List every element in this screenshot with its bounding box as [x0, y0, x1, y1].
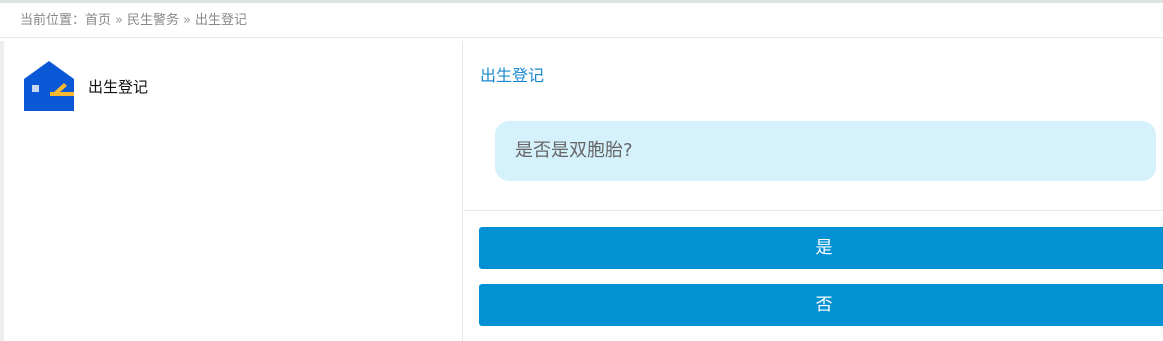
breadcrumb-separator: » — [115, 13, 123, 28]
breadcrumb-current: 出生登记 — [194, 13, 247, 28]
question-panel: 出生登记 是否是双胞胎? 是 否 — [464, 41, 1163, 341]
service-item-label: 出生登记 — [88, 77, 149, 96]
house-icon — [24, 61, 74, 111]
breadcrumb-prefix: 当前位置： — [20, 13, 86, 28]
yes-button[interactable]: 是 — [479, 227, 1163, 269]
breadcrumb-category-link[interactable]: 民生警务 — [127, 13, 179, 28]
breadcrumb-home-link[interactable]: 首页 — [85, 13, 111, 28]
service-item-birth-registration[interactable]: 出生登记 — [24, 61, 148, 111]
no-button[interactable]: 否 — [479, 284, 1163, 326]
divider — [464, 210, 1163, 211]
service-list-panel: 出生登记 — [4, 41, 463, 341]
page: 当前位置：首页» 民生警务» 出生登记 出生登记 出生登记 是否是双胞胎? 是 否 — [0, 0, 1163, 341]
question-bubble: 是否是双胞胎? — [495, 121, 1156, 181]
breadcrumb: 当前位置：首页» 民生警务» 出生登记 — [0, 3, 1163, 38]
panel-title: 出生登记 — [480, 66, 545, 85]
breadcrumb-separator: » — [183, 13, 191, 28]
main-body: 出生登记 出生登记 是否是双胞胎? 是 否 — [0, 41, 1163, 341]
